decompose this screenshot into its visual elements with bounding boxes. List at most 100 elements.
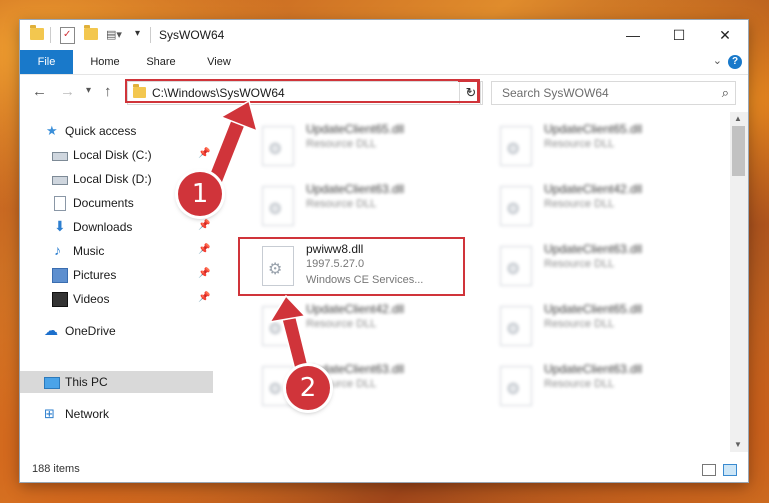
nav-item-music[interactable]: ♪ Music 📌 xyxy=(20,240,213,262)
download-icon: ⬇ xyxy=(54,218,66,234)
customize-toolbar-icon[interactable]: ▤▾ xyxy=(106,28,122,41)
new-folder-icon[interactable] xyxy=(84,25,98,40)
music-icon: ♪ xyxy=(54,242,61,258)
back-arrow-icon[interactable]: ← xyxy=(32,83,47,100)
document-icon xyxy=(54,196,66,211)
file-type: Resource DLL xyxy=(306,138,377,150)
properties-icon[interactable]: ✓ xyxy=(60,27,75,44)
file-item[interactable]: UpdateClient65.dll Resource DLL xyxy=(492,118,692,178)
file-type: Resource DLL xyxy=(544,138,615,150)
nav-item-label: Network xyxy=(65,407,110,421)
nav-item-label: This PC xyxy=(65,375,108,389)
item-count: 188 items xyxy=(32,463,80,475)
separator xyxy=(150,27,151,43)
computer-icon xyxy=(44,377,60,389)
refresh-highlight-box xyxy=(458,80,479,103)
nav-item-pictures[interactable]: Pictures 📌 xyxy=(20,264,213,286)
forward-arrow-icon[interactable]: → xyxy=(60,83,75,100)
tab-view[interactable]: View xyxy=(196,50,242,74)
vertical-scrollbar[interactable]: ▲ ▼ xyxy=(730,112,748,452)
file-name: UpdateClient42.dll xyxy=(544,182,643,196)
file-item[interactable]: UpdateClient63.dll Resource DLL xyxy=(254,178,454,238)
file-name: UpdateClient63.dll xyxy=(544,242,643,256)
dropdown-icon[interactable]: ▾ xyxy=(135,28,140,39)
tab-home[interactable]: Home xyxy=(82,50,128,74)
nav-item-downloads[interactable]: ⬇ Downloads 📌 xyxy=(20,216,213,238)
pin-icon: 📌 xyxy=(198,244,211,255)
dll-file-icon xyxy=(500,306,532,346)
title-bar: ✓ ▤▾ ▾ SysWOW64 — ☐ ✕ xyxy=(20,20,748,50)
maximize-button[interactable]: ☐ xyxy=(656,20,702,50)
pin-icon: 📌 xyxy=(198,220,211,231)
file-item[interactable]: UpdateClient65.dll Resource DLL xyxy=(254,118,454,178)
tiles-view-icon[interactable] xyxy=(723,464,737,476)
address-highlight-box xyxy=(125,79,480,103)
callout-badge-1: 1 xyxy=(178,172,222,216)
nav-item-label: OneDrive xyxy=(65,324,116,338)
file-name: UpdateClient65.dll xyxy=(544,122,643,136)
file-item[interactable]: UpdateClient63.dll Resource DLL xyxy=(492,238,692,298)
up-arrow-icon[interactable]: ↑ xyxy=(104,83,112,100)
expand-ribbon-icon[interactable]: ⌄ xyxy=(713,54,722,67)
separator xyxy=(50,27,51,43)
network-icon: ⊞ xyxy=(44,406,55,421)
nav-item-local-disk-c[interactable]: Local Disk (C:) 📌 xyxy=(20,144,213,166)
details-view-icon[interactable] xyxy=(702,464,716,476)
file-item[interactable]: UpdateClient65.dll Resource DLL xyxy=(492,298,692,358)
video-icon xyxy=(52,292,68,307)
search-box[interactable]: ⌕ xyxy=(491,81,736,105)
navigation-pane: ★ Quick access Local Disk (C:) 📌 Local D… xyxy=(20,112,213,452)
dll-file-icon xyxy=(500,186,532,226)
callout-badge-2: 2 xyxy=(286,366,330,410)
file-item[interactable]: UpdateClient63.dll Resource DLL xyxy=(254,358,454,418)
dll-file-icon xyxy=(262,126,294,166)
tab-file[interactable]: File xyxy=(20,50,73,74)
nav-item-onedrive[interactable]: ☁ OneDrive xyxy=(20,320,213,342)
star-icon: ★ xyxy=(46,123,58,138)
file-type: Resource DLL xyxy=(544,258,615,270)
nav-item-quick-access[interactable]: ★ Quick access xyxy=(20,120,213,142)
nav-item-videos[interactable]: Videos 📌 xyxy=(20,288,213,310)
drive-icon xyxy=(52,152,68,161)
file-name: UpdateClient63.dll xyxy=(306,182,405,196)
picture-icon xyxy=(52,268,68,283)
help-icon[interactable]: ? xyxy=(728,55,742,69)
file-item[interactable]: UpdateClient63.dll Resource DLL xyxy=(492,358,692,418)
dll-file-icon xyxy=(262,306,294,346)
pin-icon: 📌 xyxy=(198,148,211,159)
scrollbar-thumb[interactable] xyxy=(732,126,745,176)
minimize-button[interactable]: — xyxy=(610,20,656,50)
nav-item-this-pc[interactable]: This PC xyxy=(20,371,213,393)
nav-item-label: Local Disk (D:) xyxy=(73,172,152,186)
close-button[interactable]: ✕ xyxy=(702,20,748,50)
file-name: UpdateClient65.dll xyxy=(544,302,643,316)
recent-locations-icon[interactable]: ▾ xyxy=(86,85,91,96)
nav-item-label: Quick access xyxy=(65,124,137,138)
dll-file-icon xyxy=(262,186,294,226)
nav-item-label: Music xyxy=(73,244,105,258)
pin-icon: 📌 xyxy=(198,292,211,303)
search-icon[interactable]: ⌕ xyxy=(722,85,729,101)
cloud-icon: ☁ xyxy=(44,322,58,338)
file-name: UpdateClient63.dll xyxy=(544,362,643,376)
file-item[interactable]: UpdateClient42.dll Resource DLL xyxy=(254,298,454,358)
file-type: Resource DLL xyxy=(544,378,615,390)
address-row: ← → ▾ ↑ C:\Windows\SysWOW64 ⌄ ↻ ⌕ xyxy=(20,75,748,109)
file-item[interactable]: UpdateClient42.dll Resource DLL xyxy=(492,178,692,238)
tab-share[interactable]: Share xyxy=(138,50,184,74)
dll-file-icon xyxy=(500,246,532,286)
dll-file-icon xyxy=(500,126,532,166)
nav-item-label: Documents xyxy=(73,196,134,210)
file-type: Resource DLL xyxy=(306,318,377,330)
scroll-up-icon[interactable]: ▲ xyxy=(734,114,742,123)
nav-item-label: Downloads xyxy=(73,220,133,234)
scroll-down-icon[interactable]: ▼ xyxy=(734,440,742,449)
nav-item-label: Local Disk (C:) xyxy=(73,148,152,162)
nav-item-network[interactable]: ⊞ Network xyxy=(20,403,213,425)
drive-icon xyxy=(52,176,68,185)
nav-item-label: Pictures xyxy=(73,268,117,282)
nav-item-label: Videos xyxy=(73,292,110,306)
folder-icon xyxy=(30,25,44,40)
file-type: Resource DLL xyxy=(544,318,615,330)
search-input[interactable] xyxy=(500,85,704,101)
